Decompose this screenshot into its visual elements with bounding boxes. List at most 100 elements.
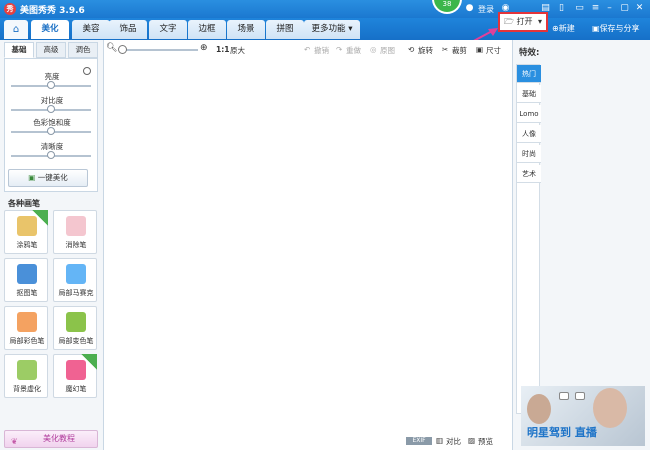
brush-partial-color[interactable]: 局部彩色笔 [4,306,48,350]
brush-label: 涂鸦笔 [16,241,38,249]
brush-cutout[interactable]: 抠图笔 [4,258,48,302]
crop-icon[interactable]: ✂ [442,45,448,54]
saturation-slider[interactable] [11,127,91,135]
slider-knob[interactable] [47,127,55,135]
one-key-label: 一键美化 [37,173,68,182]
effects-category-list: 热门 基础 Lomo 人像 时尚 艺术 [516,64,541,414]
redo-button[interactable]: 重做 [346,45,361,56]
compare-button[interactable]: 对比 [446,436,461,447]
slider-knob[interactable] [47,151,55,159]
effect-cat-hot[interactable]: 热门 [517,65,541,83]
new-button[interactable]: ⊕新建 [552,22,575,36]
crop-button[interactable]: 裁剪 [452,45,467,56]
level-badge[interactable]: 38 [432,0,462,14]
cutout-pen-icon [17,264,37,284]
brush-magic[interactable]: 魔幻笔 [53,354,97,398]
open-button[interactable]: 🗁 打开 ▾ [498,12,548,32]
subtab-basic[interactable]: 基础 [4,42,34,58]
sharpness-slider[interactable] [11,151,91,159]
save-share-button[interactable]: ▣保存与分享 [592,22,640,36]
paint-brush-icon [17,312,37,332]
effect-cat-art[interactable]: 艺术 [517,165,541,183]
slider-knob[interactable] [47,105,55,113]
tab-beautify[interactable]: 美化 [31,20,69,39]
effects-title: 特效: [519,48,540,58]
compare-icon[interactable]: ▥ [436,436,443,445]
undo-button[interactable]: 撤销 [314,45,329,56]
chevron-down-icon[interactable]: ▾ [538,14,542,30]
rotate-button[interactable]: 旋转 [418,45,433,56]
effect-cat-fashion[interactable]: 时尚 [517,145,541,163]
zoom-knob[interactable] [118,45,127,54]
original-size-button[interactable]: 原大 [230,45,245,56]
tab-scene[interactable]: 场景 [227,20,265,39]
effect-cat-basic[interactable]: 基础 [517,85,541,103]
brush-label: 背景虚化 [13,385,41,393]
user-icon[interactable]: ● [464,3,475,14]
title-bar: 秀 美图秀秀 3.9.6 38 ● 登录 ◉ ▤ ▯ ▭ ≡ – ▢ ✕ [0,0,650,18]
brush-label: 抠图笔 [16,289,38,297]
tab-more-features[interactable]: 更多功能 ▾ [304,20,360,39]
contrast-slider[interactable] [11,105,91,113]
menu-icon[interactable]: ≡ [590,3,601,14]
brush-eraser[interactable]: 消除笔 [53,210,97,254]
ad-face-image [527,394,551,424]
brush-label: 局部马赛克 [58,289,94,297]
slider-knob[interactable] [47,81,55,89]
exif-button[interactable]: EXIF [406,437,432,445]
ad-text: 明星驾到 直播 [527,426,597,439]
one-key-beautify-button[interactable]: ▣ 一键美化 [8,169,88,187]
open-label: 打开 [516,17,533,26]
subtab-color[interactable]: 调色 [68,42,98,58]
canvas-toolbar: 🔍︎ ⊕ 1:1 原大 ↶ 撤销 ↷ 重做 ◎ 原图 ⟲ 旋转 ✂ 裁剪 ▣ 尺… [104,40,512,60]
resize-icon[interactable]: ▣ [476,45,483,54]
zoom-slider[interactable] [118,45,198,54]
preview-icon[interactable]: ▨ [468,436,475,445]
zoom-in-icon[interactable]: ⊕ [200,43,208,53]
reset-icon[interactable]: ◎ [370,45,377,54]
brushes-title: 各种画笔 [8,199,40,208]
brush-color-change[interactable]: 局部变色笔 [53,306,97,350]
brush-label: 魔幻笔 [65,385,87,393]
close-icon[interactable]: ✕ [634,3,645,14]
home-tab[interactable]: ⌂ [4,20,28,39]
brush-label: 局部变色笔 [58,337,94,345]
zoom-out-icon[interactable]: 🔍︎ [106,43,117,53]
brush-doodle[interactable]: 涂鸦笔 [4,210,48,254]
tab-frame[interactable]: 边框 [188,20,226,39]
tab-text[interactable]: 文字 [149,20,187,39]
brush-background-blur[interactable]: 背景虚化 [4,354,48,398]
subtab-advanced[interactable]: 高级 [36,42,66,58]
effect-cat-portrait[interactable]: 人像 [517,125,541,143]
tab-accessories[interactable]: 饰品 [109,20,147,39]
tab-beauty[interactable]: 美容 [72,20,110,39]
skin-icon[interactable]: ▭ [574,3,585,14]
minimize-icon[interactable]: – [604,3,615,14]
redo-icon[interactable]: ↷ [336,45,342,54]
resize-button[interactable]: 尺寸 [486,45,501,56]
undo-icon[interactable]: ↶ [304,45,310,54]
tab-collage[interactable]: 拼图 [266,20,304,39]
app-logo-icon: 秀 [4,3,16,15]
brush-mosaic[interactable]: 局部马赛克 [53,258,97,302]
preview-button[interactable]: 预览 [478,436,493,447]
effect-cat-lomo[interactable]: Lomo [517,105,541,123]
ad-banner[interactable]: 明星驾到 直播 [521,386,645,446]
chat-bubble-icon [559,392,569,400]
effects-panel: 特效: 热门 基础 Lomo 人像 时尚 艺术 明星驾到 直播 [512,40,650,450]
paint-bucket-icon [66,312,86,332]
new-ribbon-icon [32,210,48,226]
maximize-icon[interactable]: ▢ [619,3,630,14]
brush-label: 局部彩色笔 [9,337,45,345]
magic-icon: ▣ [28,173,36,182]
ad-face-image [593,388,627,428]
mosaic-icon [66,264,86,284]
brightness-slider[interactable] [11,81,91,89]
mobile-icon[interactable]: ▯ [556,3,567,14]
image-canvas[interactable] [104,60,512,432]
rotate-icon[interactable]: ⟲ [408,45,414,54]
beautify-tutorial-button[interactable]: ❦ 美化教程 [4,430,98,448]
login-link[interactable]: 登录 [478,4,494,15]
ratio-label[interactable]: 1:1 [216,45,229,54]
reset-button[interactable]: 原图 [380,45,395,56]
